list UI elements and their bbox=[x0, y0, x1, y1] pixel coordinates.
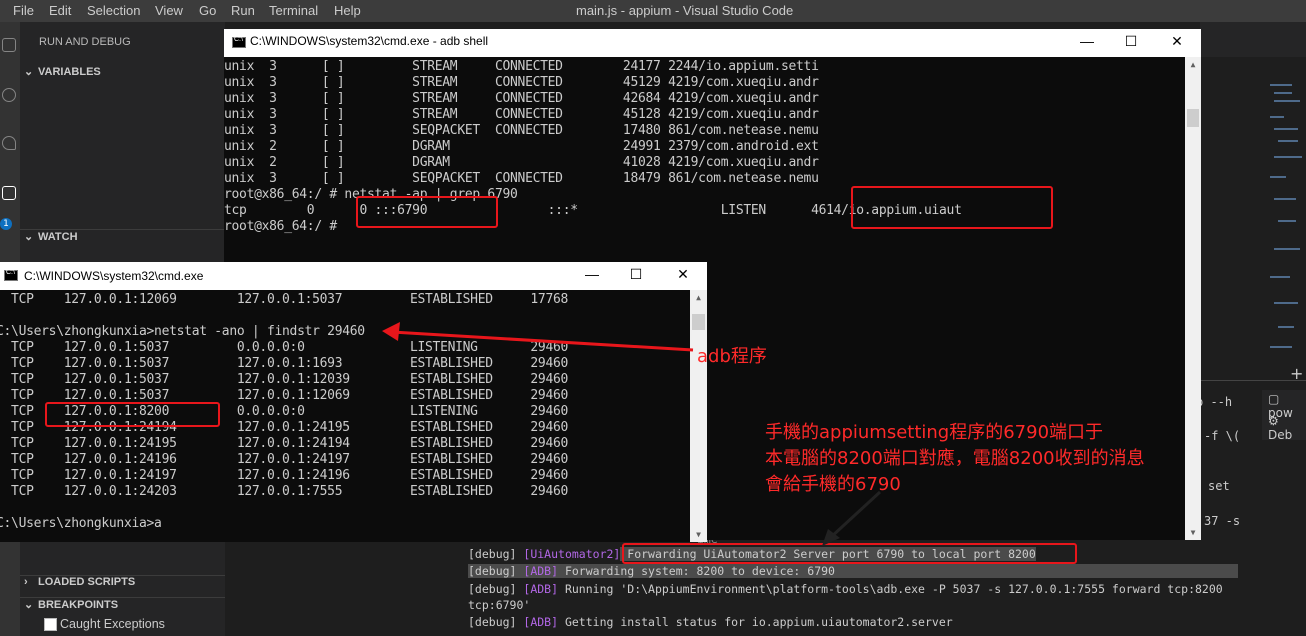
annotation-arrows bbox=[382, 322, 882, 546]
note-line: 本電腦的8200端口對應，電腦8200收到的消息 bbox=[765, 448, 1145, 469]
adb-annotation: adb程序 bbox=[697, 346, 767, 367]
note-line: 手機的appiumsetting程序的6790端口于 bbox=[765, 422, 1104, 443]
note-line: 會給手機的6790 bbox=[765, 474, 901, 495]
